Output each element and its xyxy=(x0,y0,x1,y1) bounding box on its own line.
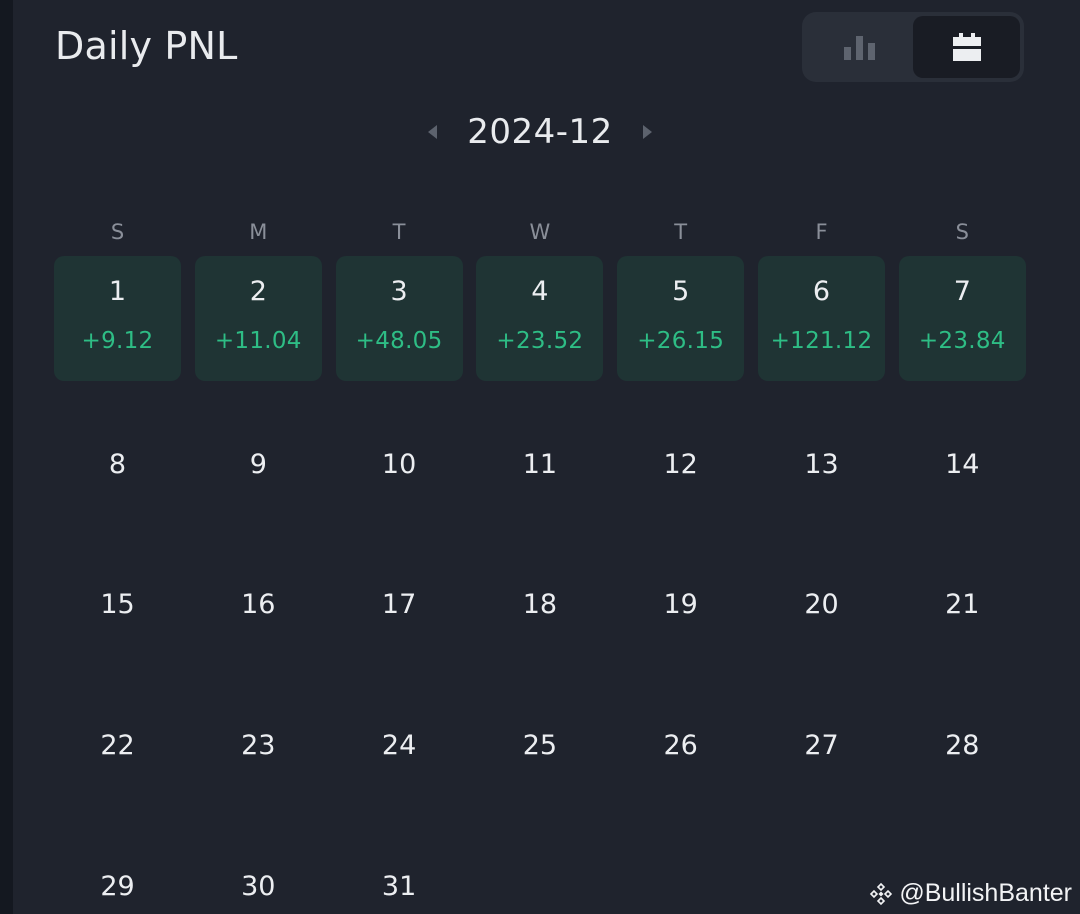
weekday-header: SMTWTFS xyxy=(54,220,1027,254)
day-number: 8 xyxy=(108,449,127,480)
day-number: 14 xyxy=(945,449,980,480)
weekday-label: T xyxy=(392,220,406,244)
day-number: 29 xyxy=(100,871,135,902)
day-number: 20 xyxy=(804,589,839,620)
view-toggle xyxy=(802,12,1024,82)
daily-pnl-panel: Daily PNL 2024-12 S M T W T F S 1 +9.12 2 +11.04 3… xyxy=(13,0,1080,914)
prev-month-icon[interactable] xyxy=(428,125,438,139)
watermark-text: @BullishBanter xyxy=(899,879,1072,907)
day-cell[interactable]: 14 xyxy=(899,449,1026,489)
calendar-icon xyxy=(952,33,981,61)
day-number: 5 xyxy=(672,276,690,307)
day-cell[interactable]: 10 xyxy=(336,449,463,489)
day-cell[interactable]: 6 +121.12 xyxy=(758,256,885,381)
day-cell[interactable]: 19 xyxy=(617,589,744,629)
day-number: 25 xyxy=(522,730,558,761)
chart-view-button[interactable] xyxy=(806,16,913,78)
day-number: 10 xyxy=(381,449,417,480)
day-cell[interactable]: 9 xyxy=(195,449,322,489)
weekday-label: M xyxy=(249,220,268,244)
day-cell[interactable]: 24 xyxy=(336,730,463,770)
day-pnl-value: +26.15 xyxy=(637,328,725,354)
day-number: 18 xyxy=(522,589,558,620)
day-number: 27 xyxy=(804,730,839,761)
day-pnl-value: +9.12 xyxy=(81,328,154,354)
day-number: 19 xyxy=(663,589,698,620)
day-number: 13 xyxy=(804,449,839,480)
binance-logo-icon xyxy=(870,882,893,905)
calendar-grid: 1 +9.12 2 +11.04 3 +48.05 4 +23.52 5 +26.15 6 +121.… xyxy=(54,256,1027,914)
day-number: 2 xyxy=(249,276,267,307)
day-cell[interactable]: 20 xyxy=(758,589,885,629)
day-cell[interactable]: 28 xyxy=(899,730,1026,770)
day-cell[interactable]: 4 +23.52 xyxy=(476,256,604,381)
day-cell[interactable]: 31 xyxy=(336,871,463,911)
day-cell[interactable]: 21 xyxy=(899,589,1026,629)
day-cell[interactable]: 30 xyxy=(195,871,322,911)
day-cell[interactable]: 29 xyxy=(54,871,181,911)
weekday-label: S xyxy=(955,220,969,244)
day-cell[interactable]: 13 xyxy=(758,449,885,489)
day-cell[interactable]: 16 xyxy=(195,589,322,629)
bar-chart-icon xyxy=(843,36,875,60)
day-cell[interactable]: 26 xyxy=(617,730,744,770)
month-label: 2024-12 xyxy=(467,112,613,152)
day-cell[interactable]: 15 xyxy=(54,589,181,629)
calendar-view-button[interactable] xyxy=(913,16,1020,78)
day-cell[interactable]: 5 +26.15 xyxy=(617,256,745,381)
day-number: 6 xyxy=(812,276,831,307)
day-cell[interactable]: 22 xyxy=(54,730,181,770)
watermark: @BullishBanter xyxy=(869,879,1072,908)
day-cell[interactable]: 1 +9.12 xyxy=(54,256,181,381)
day-number: 3 xyxy=(390,276,408,307)
weekday-label: T xyxy=(674,220,688,244)
day-cell[interactable]: 27 xyxy=(758,730,885,770)
day-cell[interactable]: 11 xyxy=(476,449,603,489)
day-pnl-value: +23.52 xyxy=(496,328,584,354)
day-pnl-value: +11.04 xyxy=(214,328,302,354)
day-cell[interactable]: 18 xyxy=(476,589,603,629)
weekday-label: S xyxy=(110,220,125,244)
day-number: 16 xyxy=(241,589,276,620)
day-number: 11 xyxy=(522,449,558,480)
day-cell[interactable]: 25 xyxy=(476,730,603,770)
day-number: 9 xyxy=(249,449,267,480)
day-number: 12 xyxy=(663,449,698,480)
day-number: 23 xyxy=(241,730,276,761)
day-cell[interactable]: 8 xyxy=(54,449,181,489)
day-pnl-value: +121.12 xyxy=(770,328,873,354)
day-pnl-value: +48.05 xyxy=(355,328,443,354)
day-number: 4 xyxy=(531,276,549,307)
day-cell[interactable]: 3 +48.05 xyxy=(335,256,463,381)
page-title: Daily PNL xyxy=(55,24,238,68)
day-number: 21 xyxy=(945,589,980,620)
day-cell[interactable]: 17 xyxy=(336,589,463,629)
day-cell[interactable]: 12 xyxy=(617,449,744,489)
day-number: 17 xyxy=(381,589,417,620)
day-number: 1 xyxy=(108,276,127,307)
weekday-label: W xyxy=(529,220,551,244)
next-month-icon[interactable] xyxy=(642,125,652,139)
day-number: 31 xyxy=(381,871,417,902)
day-number: 22 xyxy=(100,730,135,761)
day-cell[interactable]: 23 xyxy=(195,730,322,770)
day-number: 15 xyxy=(100,589,135,620)
day-pnl-value: +23.84 xyxy=(918,328,1006,354)
day-number: 24 xyxy=(381,730,417,761)
day-number: 28 xyxy=(945,730,980,761)
day-number: 7 xyxy=(953,276,971,307)
day-number: 26 xyxy=(663,730,698,761)
day-number: 30 xyxy=(241,871,276,902)
month-navigator: 2024-12 xyxy=(13,108,1067,156)
day-cell[interactable]: 2 +11.04 xyxy=(194,256,322,381)
day-cell[interactable]: 7 +23.84 xyxy=(898,256,1026,381)
weekday-label: F xyxy=(815,220,828,244)
